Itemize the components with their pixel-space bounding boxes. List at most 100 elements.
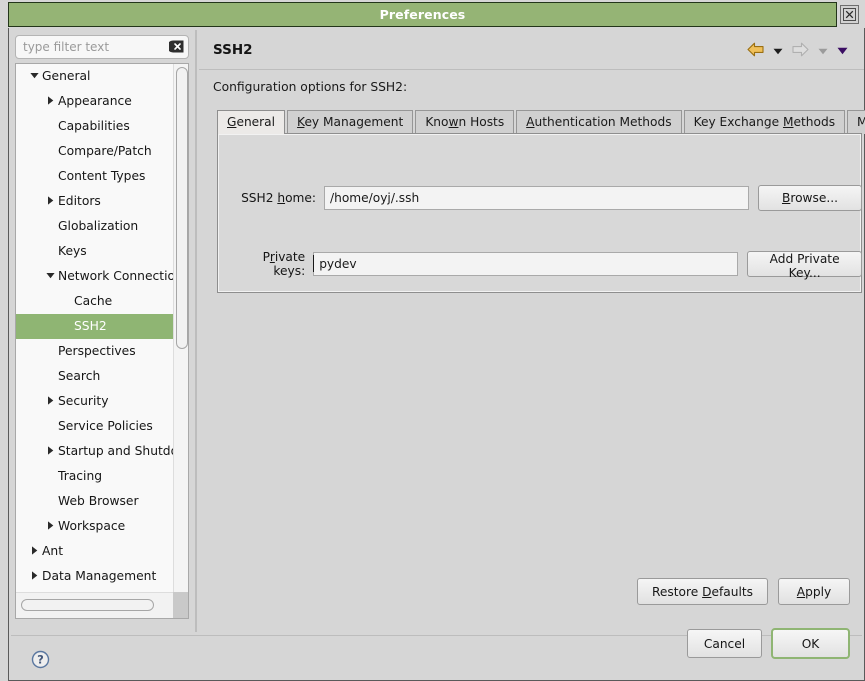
tab-known-hosts[interactable]: Known Hosts [415, 110, 515, 134]
page-menu-chevron-down-icon[interactable] [837, 44, 848, 58]
preference-page-pane: SSH2 Configuration options for SSH2: Gen… [199, 30, 865, 610]
dialog-buttons: Cancel OK [687, 628, 850, 659]
tree-item-search[interactable]: Search [16, 364, 174, 389]
tab-bar: General Key Management Known Hosts Authenti… [217, 110, 865, 134]
tree-item-ant[interactable]: Ant [16, 539, 174, 564]
tree-item-label: Web Browser [58, 494, 139, 508]
preferences-window: Preferences General Appearance Capabilitie… [8, 2, 865, 681]
ok-button[interactable]: OK [771, 628, 850, 659]
tab-mac-methods[interactable]: MAC Methods [847, 110, 865, 134]
tree-item-editors[interactable]: Editors [16, 189, 174, 214]
tree-item-label: Compare/Patch [58, 144, 152, 158]
clear-icon[interactable] [167, 40, 184, 53]
tree-item-label: Keys [58, 244, 87, 258]
twisty-collapsed-icon[interactable] [42, 88, 58, 113]
private-keys-row: Private keys: Add Private Key... [228, 250, 862, 280]
page-title: SSH2 [213, 42, 253, 58]
tree-item-security[interactable]: Security [16, 389, 174, 414]
tree-item-label: Startup and Shutdown [58, 444, 174, 458]
tree-item-workspace[interactable]: Workspace [16, 514, 174, 539]
page-action-buttons: Restore Defaults Apply [636, 578, 850, 605]
tree-item-label: Appearance [58, 94, 132, 108]
tree-horizontal-scrollbar[interactable] [16, 592, 188, 618]
tree-item-content-types[interactable]: Content Types [16, 164, 174, 189]
tree-item-label: Cache [74, 294, 113, 308]
twisty-collapsed-icon[interactable] [42, 438, 58, 463]
twisty-collapsed-icon[interactable] [42, 388, 58, 413]
tree-horizontal-scrollbar-thumb[interactable] [21, 599, 154, 611]
tree-item-label: Ant [42, 544, 64, 558]
tree-item-label: Perspectives [58, 344, 136, 358]
title-divider [199, 69, 864, 70]
tree-item-tracing[interactable]: Tracing [16, 464, 174, 489]
tree-item-label: Content Types [58, 169, 146, 183]
pane-divider [195, 30, 197, 632]
tree-item-compare-patch[interactable]: Compare/Patch [16, 139, 174, 164]
tree-item-label: Workspace [58, 519, 126, 533]
tree-item-label: General [42, 69, 91, 83]
svg-text:?: ? [37, 653, 44, 667]
tree-item-startup-and-shutdown[interactable]: Startup and Shutdown [16, 439, 174, 464]
preferences-dialog: General Appearance Capabilities Compare/Pat… [8, 28, 865, 681]
private-keys-input[interactable] [313, 252, 739, 276]
tree-item-label: SSH2 [74, 319, 107, 333]
filter-field-wrapper [15, 35, 189, 59]
tree-item-keys[interactable]: Keys [16, 239, 174, 264]
forward-menu-chevron-down-icon [818, 44, 828, 58]
tree-item-label: Network Connections [58, 269, 174, 283]
twisty-expanded-icon[interactable] [26, 64, 42, 88]
scrollbar-corner [173, 592, 188, 618]
back-arrow-icon[interactable] [747, 42, 764, 60]
tree-item-web-browser[interactable]: Web Browser [16, 489, 174, 514]
tree-vertical-scrollbar[interactable] [173, 64, 188, 592]
text-cursor [313, 255, 315, 272]
tab-key-exchange-methods[interactable]: Key Exchange Methods [683, 110, 846, 134]
tab-authentication-methods[interactable]: Authentication Methods [516, 110, 682, 134]
close-icon[interactable] [840, 5, 859, 24]
preferences-tree: General Appearance Capabilities Compare/Pat… [15, 63, 189, 619]
tree-vertical-scrollbar-thumb[interactable] [176, 67, 188, 349]
tree-item-label: Editors [58, 194, 101, 208]
twisty-collapsed-icon[interactable] [26, 538, 42, 563]
window-title: Preferences [379, 7, 466, 22]
window-titlebar: Preferences [8, 2, 837, 27]
private-keys-label: Private keys: [262, 250, 306, 278]
tree-item-data-management[interactable]: Data Management [16, 564, 174, 589]
tree-scroll-area: General Appearance Capabilities Compare/Pat… [16, 64, 174, 592]
tab-key-management[interactable]: Key Management [287, 110, 414, 134]
cancel-button[interactable]: Cancel [687, 629, 762, 658]
tree-item-label: Data Management [42, 569, 157, 583]
tree-item-label: Search [58, 369, 101, 383]
twisty-expanded-icon[interactable] [42, 263, 58, 288]
forward-arrow-icon [792, 42, 809, 60]
tree-item-service-policies[interactable]: Service Policies [16, 414, 174, 439]
add-private-key-button[interactable]: Add Private Key... [747, 251, 862, 280]
apply-button[interactable]: Apply [778, 578, 850, 605]
twisty-collapsed-icon[interactable] [42, 513, 58, 538]
tree-item-globalization[interactable]: Globalization [16, 214, 174, 239]
ssh2-home-label: SSH2 home: [241, 191, 316, 205]
twisty-collapsed-icon[interactable] [26, 563, 42, 588]
tree-item-label: Tracing [58, 469, 103, 483]
restore-defaults-button[interactable]: Restore Defaults [636, 578, 768, 605]
tree-item-perspectives[interactable]: Perspectives [16, 339, 174, 364]
tree-item-ssh2[interactable]: SSH2 [16, 314, 174, 339]
twisty-collapsed-icon[interactable] [42, 188, 58, 213]
tree-item-general[interactable]: General [16, 64, 174, 89]
tree-item-network-connections[interactable]: Network Connections [16, 264, 174, 289]
search-input[interactable] [15, 35, 189, 59]
tree-item-appearance[interactable]: Appearance [16, 89, 174, 114]
back-menu-chevron-down-icon[interactable] [773, 44, 783, 58]
ssh2-home-input[interactable] [324, 186, 749, 210]
tree-item-label: Globalization [58, 219, 139, 233]
tab-general[interactable]: General [217, 110, 286, 134]
tree-item-capabilities[interactable]: Capabilities [16, 114, 174, 139]
preferences-tree-pane: General Appearance Capabilities Compare/Pat… [11, 30, 191, 619]
help-icon[interactable]: ? [31, 650, 50, 672]
ssh2-home-row: SSH2 home: Browse... [228, 185, 862, 211]
page-description: Configuration options for SSH2: [213, 80, 408, 94]
tree-item-cache[interactable]: Cache [16, 289, 174, 314]
browse-button[interactable]: Browse... [758, 185, 862, 211]
tab-panel-general: SSH2 home: Browse... Private keys: Add P… [217, 133, 862, 293]
tree-item-label: Service Policies [58, 419, 153, 433]
